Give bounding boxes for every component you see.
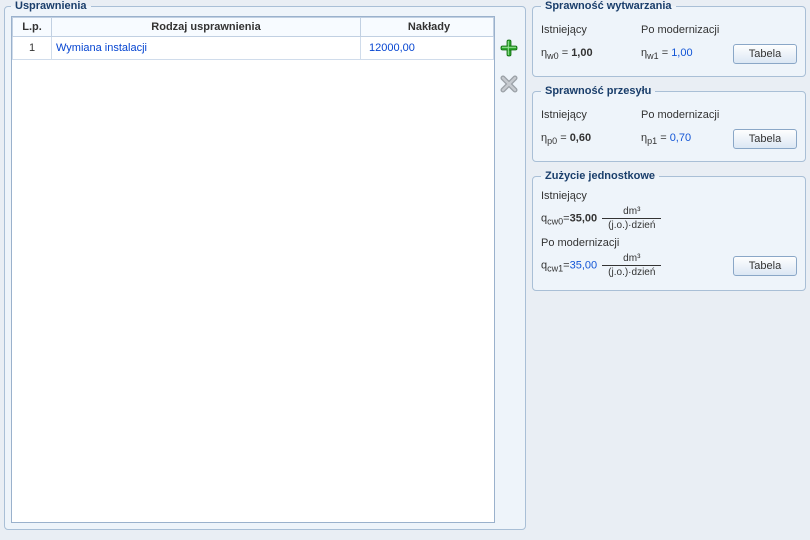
generation-efficiency-panel: Sprawność wytwarzania Istniejący Po mode…	[532, 0, 806, 77]
eta-w0: ηw0 = 1,00	[541, 47, 641, 61]
table-button-zuzycie[interactable]: Tabela	[733, 256, 797, 276]
unit-consumption-panel: Zużycie jednostkowe Istniejący qcw0=35,0…	[532, 170, 806, 291]
cell-rodzaj[interactable]: Wymiana instalacji	[52, 37, 361, 60]
eta-p0: ηp0 = 0,60	[541, 132, 641, 146]
improvements-title: Usprawnienia	[11, 0, 91, 12]
x-icon	[500, 75, 518, 93]
after-label: Po modernizacji	[541, 237, 797, 249]
transmission-efficiency-panel: Sprawność przesyłu Istniejący Po moderni…	[532, 85, 806, 162]
table-button-przesyl[interactable]: Tabela	[733, 129, 797, 149]
after-label: Po modernizacji	[641, 24, 733, 36]
eta-p1: ηp1 = 0,70	[641, 132, 733, 146]
plus-icon	[500, 39, 518, 57]
existing-label: Istniejący	[541, 190, 797, 202]
existing-label: Istniejący	[541, 109, 641, 121]
q-cw1: qcw1=35,00 dm³ (j.o.)·dzień	[541, 253, 663, 278]
generation-efficiency-title: Sprawność wytwarzania	[541, 0, 676, 12]
col-header-lp[interactable]: L.p.	[13, 18, 52, 37]
q-cw0: qcw0=35,00 dm³ (j.o.)·dzień	[541, 206, 663, 231]
transmission-efficiency-title: Sprawność przesyłu	[541, 85, 655, 97]
table-row[interactable]: 1 Wymiana instalacji 12000,00	[13, 37, 494, 60]
improvements-grid[interactable]: L.p. Rodzaj usprawnienia Nakłady 1 Wymia…	[11, 16, 495, 523]
delete-button[interactable]	[499, 74, 519, 94]
col-header-naklady[interactable]: Nakłady	[361, 18, 494, 37]
eta-w1: ηw1 = 1,00	[641, 47, 733, 61]
cell-naklady[interactable]: 12000,00	[361, 37, 494, 60]
cell-lp[interactable]: 1	[13, 37, 52, 60]
add-button[interactable]	[499, 38, 519, 58]
table-button-wytwarzanie[interactable]: Tabela	[733, 44, 797, 64]
existing-label: Istniejący	[541, 24, 641, 36]
col-header-rodzaj[interactable]: Rodzaj usprawnienia	[52, 18, 361, 37]
improvements-panel: Usprawnienia L.p. Rodzaj usprawnienia Na…	[4, 0, 526, 530]
after-label: Po modernizacji	[641, 109, 733, 121]
unit-consumption-title: Zużycie jednostkowe	[541, 170, 659, 182]
